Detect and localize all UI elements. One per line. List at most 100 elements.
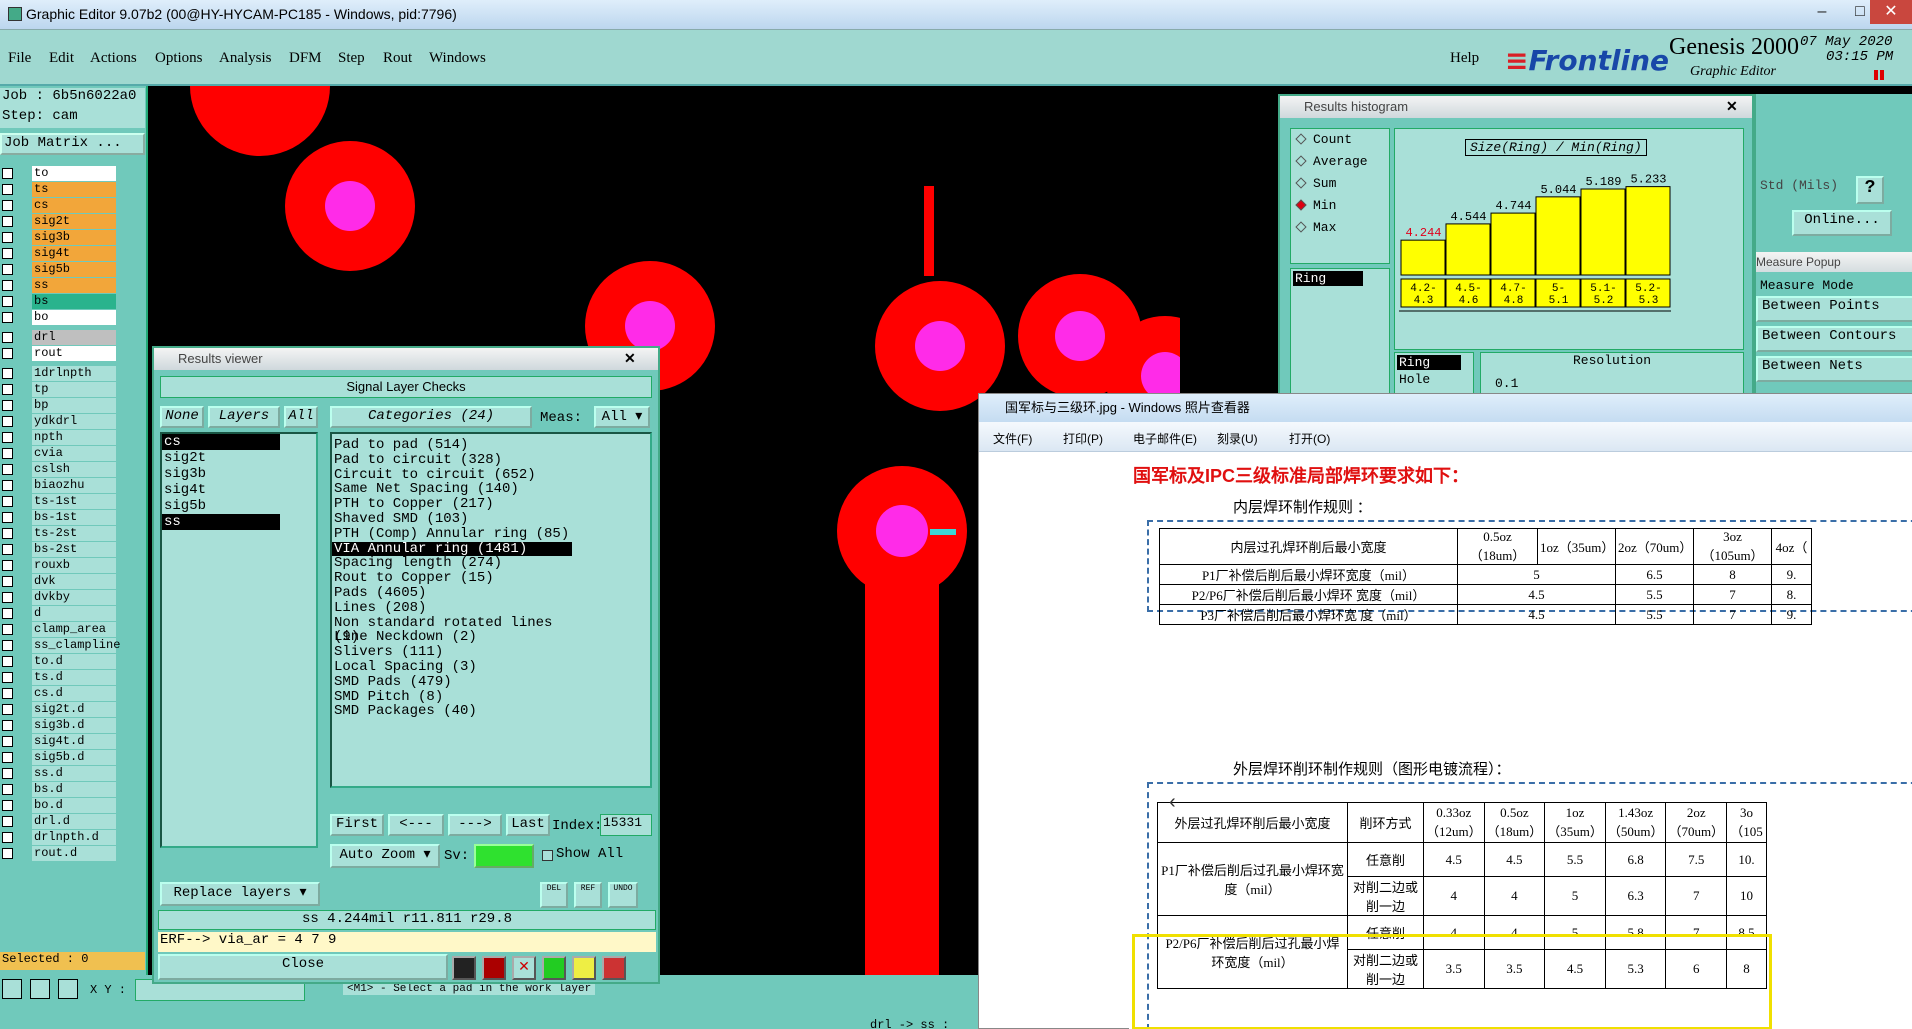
close-window-icon[interactable]: ✕ bbox=[624, 350, 636, 367]
ref-button[interactable]: REF bbox=[574, 882, 602, 908]
layer-checkbox[interactable] bbox=[2, 400, 13, 411]
layer-name[interactable]: cs bbox=[32, 198, 116, 213]
layer-checkbox[interactable] bbox=[2, 348, 13, 359]
layer-row[interactable]: dvk bbox=[0, 574, 118, 590]
layer-checkbox[interactable] bbox=[2, 768, 13, 779]
histogram-bar[interactable] bbox=[1490, 212, 1536, 276]
category-item[interactable]: PTH (Comp) Annular ring (85) bbox=[332, 526, 572, 542]
layer-name[interactable]: bs-1st bbox=[32, 510, 116, 525]
ring-option[interactable]: Ring bbox=[1397, 355, 1461, 370]
layer-row[interactable]: sig5b bbox=[0, 262, 118, 278]
category-item[interactable]: SMD Packages (40) bbox=[332, 704, 572, 719]
layer-checkbox[interactable] bbox=[2, 592, 13, 603]
sv-color-dropdown[interactable] bbox=[474, 844, 534, 868]
layer-checkbox[interactable] bbox=[2, 448, 13, 459]
category-item[interactable]: Pad to circuit (328) bbox=[332, 452, 572, 468]
layer-row[interactable]: ss bbox=[0, 278, 118, 294]
layer-checkbox[interactable] bbox=[2, 280, 13, 291]
menu-burn-cn[interactable]: 刻录(U) bbox=[1217, 430, 1258, 447]
tool-icon[interactable] bbox=[572, 956, 596, 980]
category-item[interactable]: PTH to Copper (217) bbox=[332, 497, 572, 512]
job-matrix-button[interactable]: Job Matrix ... bbox=[0, 133, 145, 155]
layer-row[interactable]: rout bbox=[0, 346, 118, 362]
menu-print-cn[interactable]: 打印(P) bbox=[1063, 430, 1103, 447]
layer-name[interactable]: ss bbox=[32, 278, 116, 293]
layer-checkbox[interactable] bbox=[2, 656, 13, 667]
between-points-button[interactable]: Between Points bbox=[1756, 296, 1912, 322]
layer-checkbox[interactable] bbox=[2, 816, 13, 827]
layer-name[interactable]: ts-1st bbox=[32, 494, 116, 509]
layer-row[interactable]: drl bbox=[0, 330, 118, 346]
del-button[interactable]: DEL bbox=[540, 882, 568, 908]
layer-name[interactable]: ts bbox=[32, 182, 116, 197]
layer-row[interactable]: cvia bbox=[0, 446, 118, 462]
layer-row[interactable]: ydkdrl bbox=[0, 414, 118, 430]
layer-name[interactable]: to.d bbox=[32, 654, 116, 669]
layer-row[interactable]: clamp_area bbox=[0, 622, 118, 638]
between-contours-button[interactable]: Between Contours bbox=[1756, 326, 1912, 352]
layer-row[interactable]: sig5b.d bbox=[0, 750, 118, 766]
undo-button[interactable]: UNDO bbox=[608, 882, 638, 908]
layer-name[interactable]: drlnpth.d bbox=[32, 830, 116, 845]
layer-name[interactable]: sig5b bbox=[32, 262, 116, 277]
layer-checkbox[interactable] bbox=[2, 312, 13, 323]
menu-open-cn[interactable]: 打开(O) bbox=[1289, 430, 1330, 447]
layer-checkbox[interactable] bbox=[2, 416, 13, 427]
online-button[interactable]: Online... bbox=[1792, 210, 1892, 236]
layer-checkbox[interactable] bbox=[2, 368, 13, 379]
list-item[interactable]: sig4t bbox=[162, 482, 280, 498]
category-item[interactable]: Lines (208) bbox=[332, 600, 572, 616]
layer-name[interactable]: clamp_area bbox=[32, 622, 116, 637]
histogram-bar[interactable] bbox=[1535, 196, 1581, 276]
menu-analysis[interactable]: Analysis bbox=[219, 50, 272, 67]
histogram-bar[interactable] bbox=[1580, 188, 1626, 276]
layer-row[interactable]: dvkby bbox=[0, 590, 118, 606]
layer-checkbox[interactable] bbox=[2, 432, 13, 443]
layer-checkbox[interactable] bbox=[2, 496, 13, 507]
layer-name[interactable]: cs.d bbox=[32, 686, 116, 701]
resolution-value[interactable]: 0.1 bbox=[1481, 376, 1743, 391]
layer-checkbox[interactable] bbox=[2, 560, 13, 571]
category-item[interactable]: Spacing length (274) bbox=[332, 556, 572, 571]
chevron-left-icon[interactable]: ‹ bbox=[1169, 791, 1176, 814]
layer-name[interactable]: rout bbox=[32, 346, 116, 361]
stat-option-sum[interactable]: Sum bbox=[1291, 173, 1389, 195]
layer-checkbox[interactable] bbox=[2, 544, 13, 555]
layer-row[interactable]: sig3b.d bbox=[0, 718, 118, 734]
layer-name[interactable]: 1drlnpth bbox=[32, 366, 116, 381]
layer-checkbox[interactable] bbox=[2, 624, 13, 635]
layer-row[interactable]: cs bbox=[0, 198, 118, 214]
category-item[interactable]: SMD Pads (479) bbox=[332, 674, 572, 690]
measure-icon[interactable] bbox=[30, 979, 50, 999]
layer-checkbox[interactable] bbox=[2, 784, 13, 795]
layer-name[interactable]: tp bbox=[32, 382, 116, 397]
categories-button[interactable]: Categories (24) bbox=[330, 406, 532, 428]
layer-row[interactable]: biaozhu bbox=[0, 478, 118, 494]
chart-icon[interactable] bbox=[602, 956, 626, 980]
layer-name[interactable]: ts-2st bbox=[32, 526, 116, 541]
layer-row[interactable]: cs.d bbox=[0, 686, 118, 702]
next-button[interactable]: ---> bbox=[448, 814, 502, 836]
layer-checkbox[interactable] bbox=[2, 736, 13, 747]
layer-checkbox[interactable] bbox=[2, 184, 13, 195]
layer-checkbox[interactable] bbox=[2, 464, 13, 475]
prev-button[interactable]: <--- bbox=[388, 814, 444, 836]
list-item[interactable]: sig2t bbox=[162, 450, 280, 466]
layer-row[interactable]: rout.d bbox=[0, 846, 118, 862]
layer-checkbox[interactable] bbox=[2, 704, 13, 715]
layer-name[interactable]: sig3b bbox=[32, 230, 116, 245]
layer-row[interactable]: sig3b bbox=[0, 230, 118, 246]
index-input[interactable]: 15331 bbox=[600, 814, 652, 836]
layer-checkbox[interactable] bbox=[2, 296, 13, 307]
layer-row[interactable]: d bbox=[0, 606, 118, 622]
ring-item[interactable]: Ring bbox=[1293, 271, 1363, 286]
layer-checkbox[interactable] bbox=[2, 688, 13, 699]
layer-row[interactable]: bo bbox=[0, 310, 118, 326]
layer-name[interactable]: bs bbox=[32, 294, 116, 309]
layer-row[interactable]: bs-1st bbox=[0, 510, 118, 526]
layer-checkbox[interactable] bbox=[2, 848, 13, 859]
category-item[interactable]: Slivers (111) bbox=[332, 645, 572, 660]
close-window-icon[interactable]: ✕ bbox=[1726, 98, 1738, 115]
tool-icon[interactable] bbox=[452, 956, 476, 980]
category-item[interactable]: Pads (4605) bbox=[332, 586, 572, 601]
